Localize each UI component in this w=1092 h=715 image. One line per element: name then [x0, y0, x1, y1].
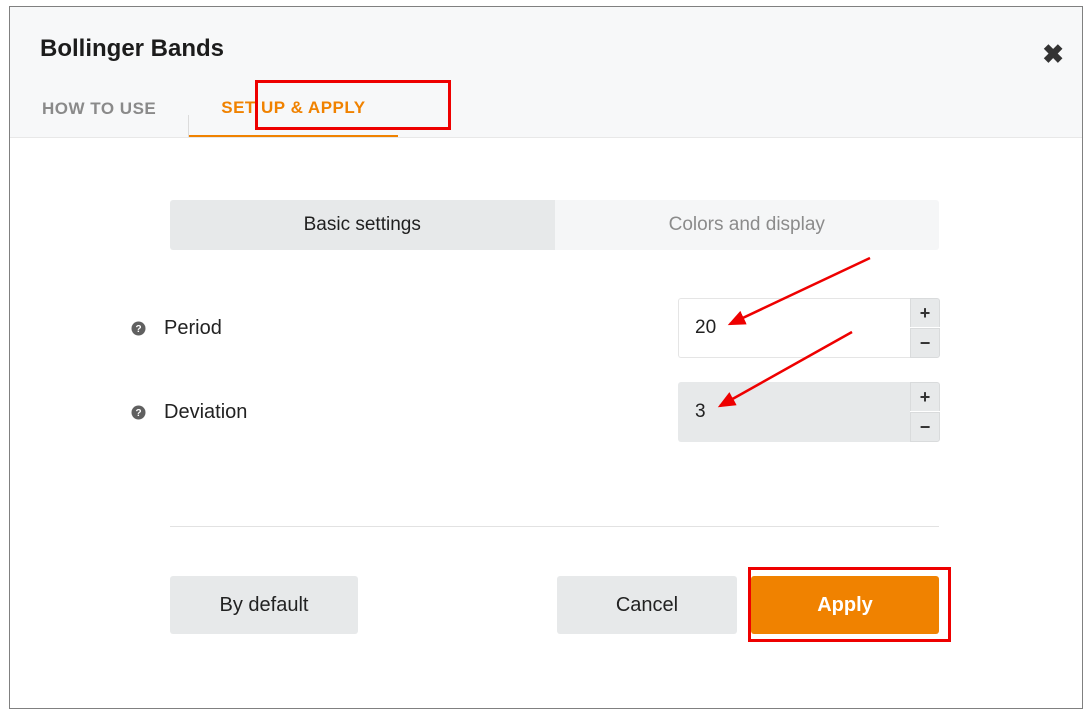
deviation-label: Deviation [164, 401, 678, 424]
by-default-button[interactable]: By default [170, 576, 358, 634]
svg-text:?: ? [135, 408, 141, 419]
cancel-button[interactable]: Cancel [557, 576, 737, 634]
deviation-stepper: + − [910, 382, 940, 442]
close-icon[interactable]: ✖ [1042, 39, 1064, 70]
period-input-group: + − [678, 298, 940, 358]
dialog-footer: By default Cancel Apply [170, 576, 939, 634]
help-icon[interactable]: ? [130, 320, 146, 336]
period-decrement-button[interactable]: − [910, 328, 940, 358]
dialog-header: Bollinger Bands ✖ HOW TO USE SET UP & AP… [10, 7, 1082, 138]
tab-how-to-use[interactable]: HOW TO USE [10, 81, 188, 137]
field-row-period: ? Period + − [130, 298, 940, 358]
segment-basic-settings[interactable]: Basic settings [170, 200, 555, 250]
footer-divider [170, 526, 939, 527]
apply-button[interactable]: Apply [751, 576, 939, 634]
deviation-input-group: + − [678, 382, 940, 442]
indicator-settings-dialog: Bollinger Bands ✖ HOW TO USE SET UP & AP… [9, 6, 1083, 709]
period-increment-button[interactable]: + [910, 298, 940, 327]
deviation-decrement-button[interactable]: − [910, 412, 940, 442]
dialog-title: Bollinger Bands [40, 35, 224, 63]
tab-set-up-apply[interactable]: SET UP & APPLY [189, 81, 397, 137]
deviation-input[interactable] [678, 382, 910, 442]
settings-segmented-control: Basic settings Colors and display [170, 200, 939, 250]
header-tabs: HOW TO USE SET UP & APPLY [10, 81, 398, 137]
field-row-deviation: ? Deviation + − [130, 382, 940, 442]
period-label: Period [164, 317, 678, 340]
svg-text:?: ? [135, 324, 141, 335]
dialog-body: Basic settings Colors and display ? Peri… [10, 138, 1082, 708]
deviation-increment-button[interactable]: + [910, 382, 940, 411]
period-stepper: + − [910, 298, 940, 358]
segment-colors-display[interactable]: Colors and display [555, 200, 940, 250]
help-icon[interactable]: ? [130, 404, 146, 420]
period-input[interactable] [678, 298, 910, 358]
